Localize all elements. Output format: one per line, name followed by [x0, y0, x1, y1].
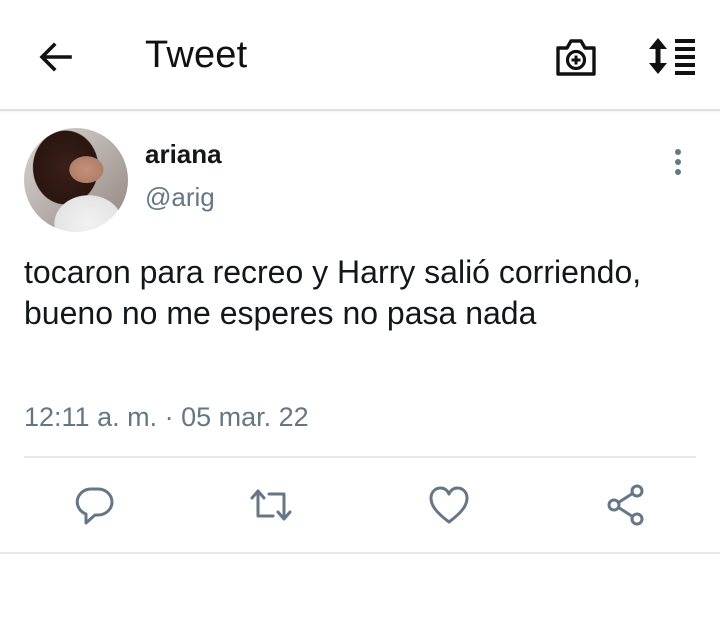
reply-icon: [75, 487, 114, 525]
page-title: Tweet: [145, 34, 248, 76]
share-button[interactable]: [605, 483, 649, 527]
like-button[interactable]: [427, 483, 471, 527]
camera-button[interactable]: [554, 36, 598, 78]
divider: [24, 456, 696, 458]
more-vertical-icon: [675, 149, 681, 175]
camera-plus-icon: [556, 39, 596, 76]
more-options-button[interactable]: [670, 147, 686, 179]
share-icon: [607, 484, 644, 526]
author-name[interactable]: ariana: [145, 139, 222, 170]
sort-list-icon: [649, 38, 695, 75]
arrow-left-icon: [39, 42, 72, 72]
sort-button[interactable]: [645, 36, 697, 76]
back-button[interactable]: [36, 37, 76, 77]
avatar[interactable]: [24, 128, 128, 232]
reply-button[interactable]: [72, 483, 116, 527]
tweet-timestamp: 12:11 a. m. · 05 mar. 22: [24, 402, 309, 432]
tweet-text: tocaron para recreo y Harry salió corrie…: [24, 254, 642, 331]
like-icon: [429, 486, 469, 524]
retweet-icon: [250, 489, 292, 521]
top-app-bar: Tweet: [0, 0, 720, 111]
divider: [0, 552, 720, 554]
author-handle[interactable]: @arig: [145, 182, 215, 213]
retweet-button[interactable]: [248, 483, 292, 527]
